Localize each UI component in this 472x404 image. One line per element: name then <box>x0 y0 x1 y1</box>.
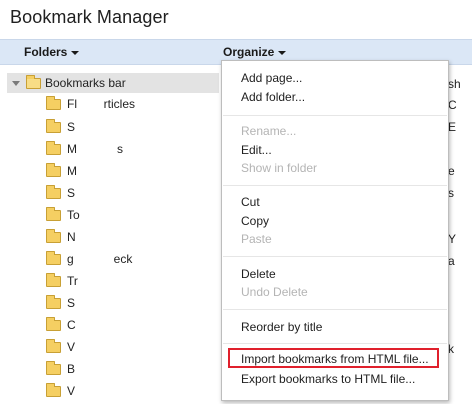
tree-item-bookmarks-bar[interactable]: Bookmarks bar <box>7 73 219 93</box>
list-item-fragment[interactable]: a <box>448 254 455 268</box>
folder-icon <box>46 118 61 133</box>
tree-item-label: S <box>67 186 76 200</box>
tree-item-label: C <box>67 318 76 332</box>
folder-icon <box>46 228 61 243</box>
tree-item[interactable]: N <box>46 228 76 246</box>
menu-item-rename: Rename... <box>241 124 297 138</box>
list-item-fragment[interactable]: e <box>448 164 455 178</box>
tree-item[interactable]: M <box>46 162 77 180</box>
menu-separator <box>223 115 447 116</box>
tree-item[interactable]: g eck <box>46 250 132 268</box>
organize-dropdown-menu: Add page... Add folder... Rename... Edit… <box>221 60 449 401</box>
list-item-fragment[interactable]: Y <box>448 232 456 246</box>
menu-item-paste: Paste <box>241 232 272 246</box>
menu-separator <box>223 256 447 257</box>
tree-item-label: S <box>67 120 76 134</box>
menu-item-add-folder[interactable]: Add folder... <box>241 90 305 104</box>
tree-item-label: g eck <box>67 252 133 266</box>
folder-open-icon <box>26 74 41 89</box>
folder-icon <box>46 95 61 110</box>
tree-item-label: Bookmarks bar <box>45 76 126 90</box>
tree-item[interactable]: S <box>46 294 75 312</box>
menu-item-undo-delete: Undo Delete <box>241 285 308 299</box>
tree-item[interactable]: V <box>46 382 75 400</box>
folder-icon <box>46 382 61 397</box>
tree-item-label: V <box>67 340 76 354</box>
folder-icon <box>46 140 61 155</box>
tree-item[interactable]: B <box>46 360 75 378</box>
folder-icon <box>46 250 61 265</box>
folder-icon <box>46 316 61 331</box>
folder-icon <box>46 338 61 353</box>
tree-item-label: Fl rticles <box>67 97 136 111</box>
tree-item-label: Tr <box>67 274 78 288</box>
tree-item[interactable]: S <box>46 118 75 136</box>
list-item-fragment[interactable]: C <box>448 98 457 112</box>
folder-tree: Bookmarks bar Fl rticles S M s M S To N … <box>0 71 222 404</box>
list-item-fragment[interactable]: sh <box>448 77 461 91</box>
tree-item-label: To <box>67 208 80 222</box>
menu-item-cut[interactable]: Cut <box>241 195 260 209</box>
tree-item[interactable]: Fl rticles <box>46 95 135 113</box>
menu-item-import-html[interactable]: Import bookmarks from HTML file... <box>241 352 429 366</box>
expand-arrow-icon[interactable] <box>12 80 20 86</box>
organize-menu-label: Organize <box>223 45 275 59</box>
folder-icon <box>46 360 61 375</box>
menu-item-add-page[interactable]: Add page... <box>241 71 302 85</box>
menu-item-copy[interactable]: Copy <box>241 214 269 228</box>
folder-icon <box>46 294 61 309</box>
tree-item-label: M <box>67 164 77 178</box>
tree-item[interactable]: S <box>46 184 75 202</box>
tree-item[interactable]: V <box>46 338 75 356</box>
tree-item-label: M s <box>67 142 124 156</box>
tree-item[interactable]: M s <box>46 140 123 158</box>
menu-item-export-html[interactable]: Export bookmarks to HTML file... <box>241 372 415 386</box>
folder-icon <box>46 272 61 287</box>
tree-item-label: B <box>67 362 76 376</box>
tree-item-label: V <box>67 384 76 398</box>
app-title: Bookmark Manager <box>10 7 169 27</box>
chevron-down-icon <box>71 50 80 55</box>
menu-separator <box>223 185 447 186</box>
tree-item[interactable]: C <box>46 316 76 334</box>
folders-menu-label: Folders <box>24 45 68 59</box>
menu-item-delete[interactable]: Delete <box>241 267 276 281</box>
chevron-down-icon <box>278 50 287 55</box>
menu-separator <box>223 309 447 310</box>
organize-menu-button[interactable]: Organize <box>223 45 287 59</box>
list-item-fragment[interactable]: E <box>448 120 456 134</box>
folders-menu-button[interactable]: Folders <box>24 45 80 59</box>
menu-separator <box>223 343 447 344</box>
folder-icon <box>46 184 61 199</box>
tree-item[interactable]: Tr <box>46 272 78 290</box>
folder-icon <box>46 162 61 177</box>
menu-item-show-in-folder: Show in folder <box>241 161 318 175</box>
folder-icon <box>46 206 61 221</box>
tree-item-label: S <box>67 296 76 310</box>
tree-item-label: N <box>67 230 76 244</box>
tree-item[interactable]: To <box>46 206 80 224</box>
menu-item-reorder-by-title[interactable]: Reorder by title <box>241 320 322 334</box>
menu-item-edit[interactable]: Edit... <box>241 143 272 157</box>
